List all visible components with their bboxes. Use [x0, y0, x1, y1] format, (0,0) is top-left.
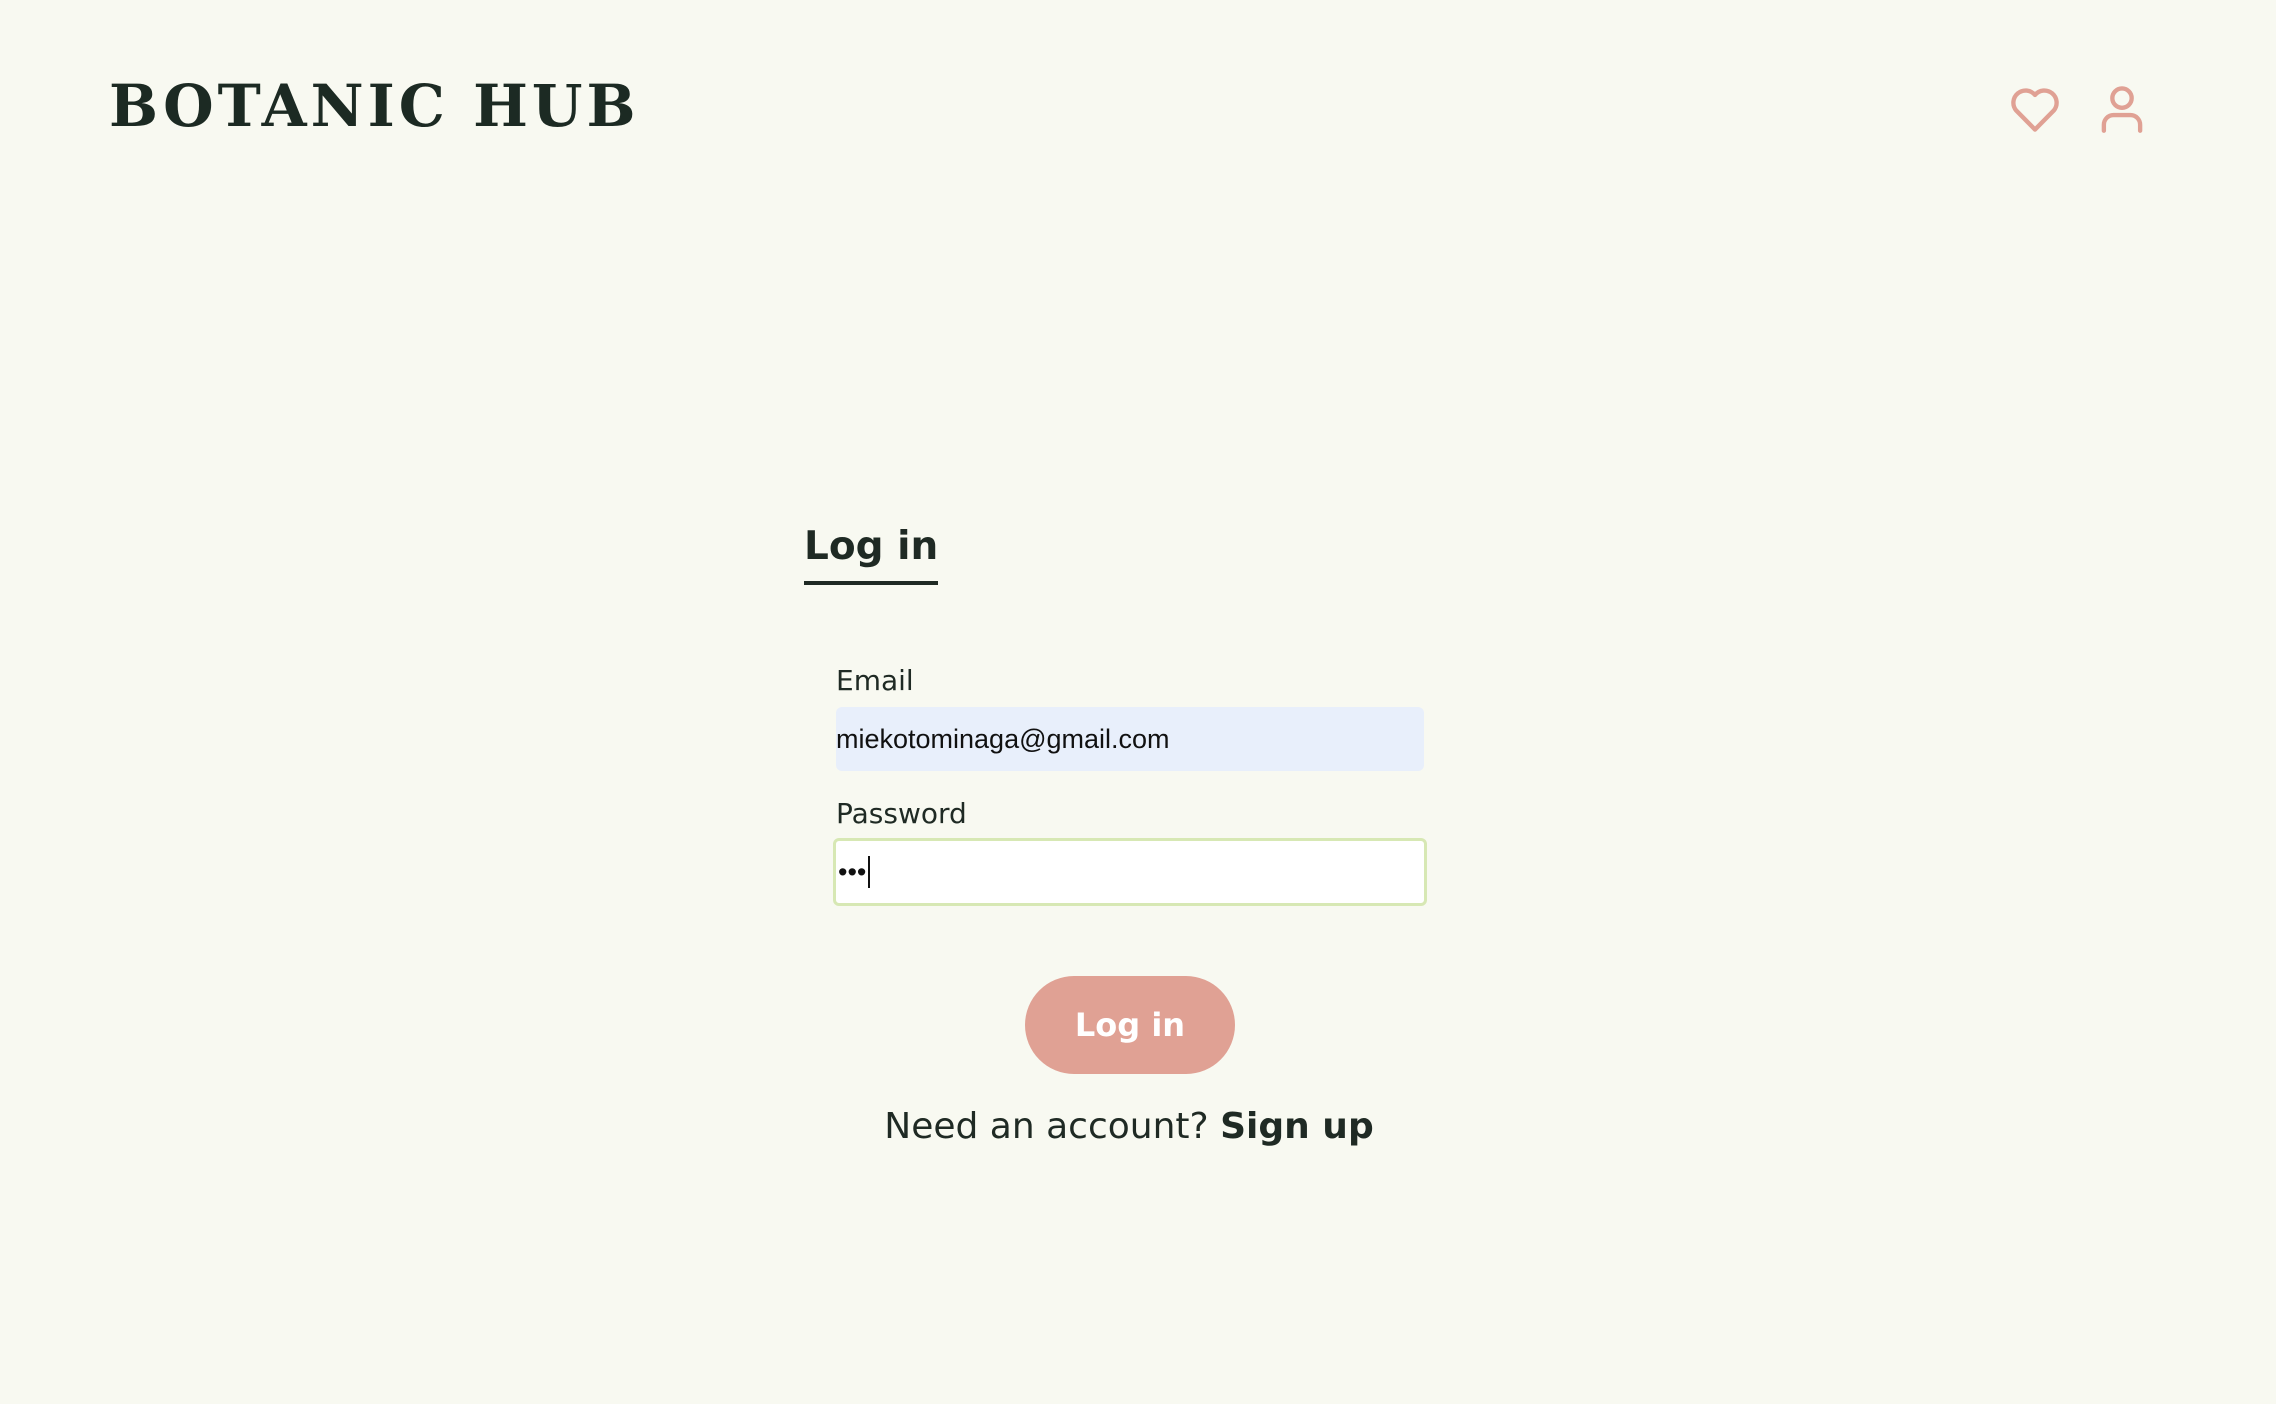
site-header: BOTANIC HUB [0, 0, 2276, 220]
log-in-button[interactable]: Log in [1025, 976, 1235, 1074]
heart-icon[interactable] [2006, 80, 2064, 138]
text-caret [868, 856, 871, 888]
password-value: ••• [838, 856, 867, 887]
email-value: miekotominaga@gmail.com [836, 723, 1170, 754]
user-icon[interactable] [2093, 80, 2151, 138]
site-logo[interactable]: BOTANIC HUB [109, 72, 640, 140]
signup-prompt: Need an account? Sign up [0, 1106, 2258, 1147]
email-label: Email [836, 664, 914, 697]
password-label: Password [836, 797, 967, 830]
tab-log-in[interactable]: Log in [804, 524, 939, 585]
sign-up-link[interactable]: Sign up [1220, 1106, 1374, 1147]
email-field[interactable]: miekotominaga@gmail.com [836, 707, 1424, 771]
password-field[interactable]: ••• [833, 838, 1427, 906]
signup-prompt-text: Need an account? [884, 1106, 1209, 1147]
